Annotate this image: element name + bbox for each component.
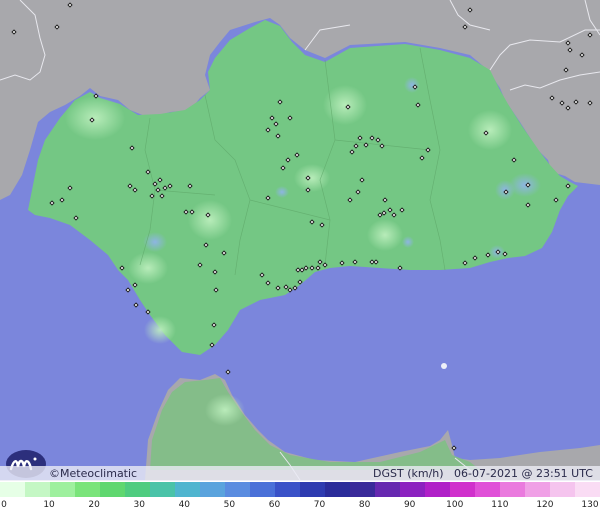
map-canvas [0, 0, 600, 480]
legend-tick: 50 [223, 500, 236, 510]
legend-tick: 120 [536, 500, 554, 510]
legend-swatch [25, 482, 51, 497]
color-legend: 0 10 20 30 40 50 60 70 80 90 100 110 120 130 [0, 482, 600, 517]
legend-swatch [200, 482, 226, 497]
legend-swatch [525, 482, 551, 497]
legend-color-scale [0, 482, 600, 497]
legend-tick: 40 [178, 500, 191, 510]
date-label: 06-07-2021 [454, 467, 518, 480]
legend-swatch [250, 482, 276, 497]
legend-tick: 20 [88, 500, 100, 510]
legend-swatch [0, 482, 26, 497]
legend-swatch [175, 482, 201, 497]
variable-timestamp-label: DGST (km/h) 06-07-2021 @ 23:51 UTC [373, 467, 593, 480]
legend-tick: 10 [43, 500, 55, 510]
legend-tick: 80 [358, 500, 371, 510]
legend-tick: 0 [1, 500, 7, 510]
legend-tick: 90 [403, 500, 416, 510]
legend-swatch [75, 482, 101, 497]
legend-swatch [450, 482, 476, 497]
island-marker [441, 363, 447, 369]
legend-swatch [550, 482, 576, 497]
legend-tick: 110 [491, 500, 509, 510]
legend-swatch [400, 482, 426, 497]
map-info-bar: ©Meteoclimatic DGST (km/h) 06-07-2021 @ … [0, 466, 600, 481]
brand-label: ©Meteoclimatic [49, 466, 137, 481]
copyright-symbol: © [49, 467, 60, 480]
variable-name: DGST (km/h) [373, 467, 444, 480]
legend-swatch [125, 482, 151, 497]
legend-swatch [425, 482, 451, 497]
legend-tick: 70 [313, 500, 326, 510]
weather-map: ©Meteoclimatic DGST (km/h) 06-07-2021 @ … [0, 0, 600, 517]
legend-tick: 100 [446, 500, 464, 510]
legend-swatch [275, 482, 301, 497]
legend-swatch [500, 482, 526, 497]
legend-swatch [225, 482, 251, 497]
legend-swatch [350, 482, 376, 497]
legend-swatch [150, 482, 176, 497]
legend-swatch [300, 482, 326, 497]
legend-swatch [475, 482, 501, 497]
legend-tick: 60 [268, 500, 281, 510]
legend-swatch [50, 482, 76, 497]
legend-tick: 130 [581, 500, 599, 510]
legend-swatch [325, 482, 351, 497]
legend-tick: 30 [133, 500, 145, 510]
legend-swatch [375, 482, 401, 497]
time-label: 23:51 UTC [535, 467, 593, 480]
legend-swatch [100, 482, 126, 497]
brand-name: Meteoclimatic [60, 467, 138, 480]
legend-swatch [575, 482, 600, 497]
